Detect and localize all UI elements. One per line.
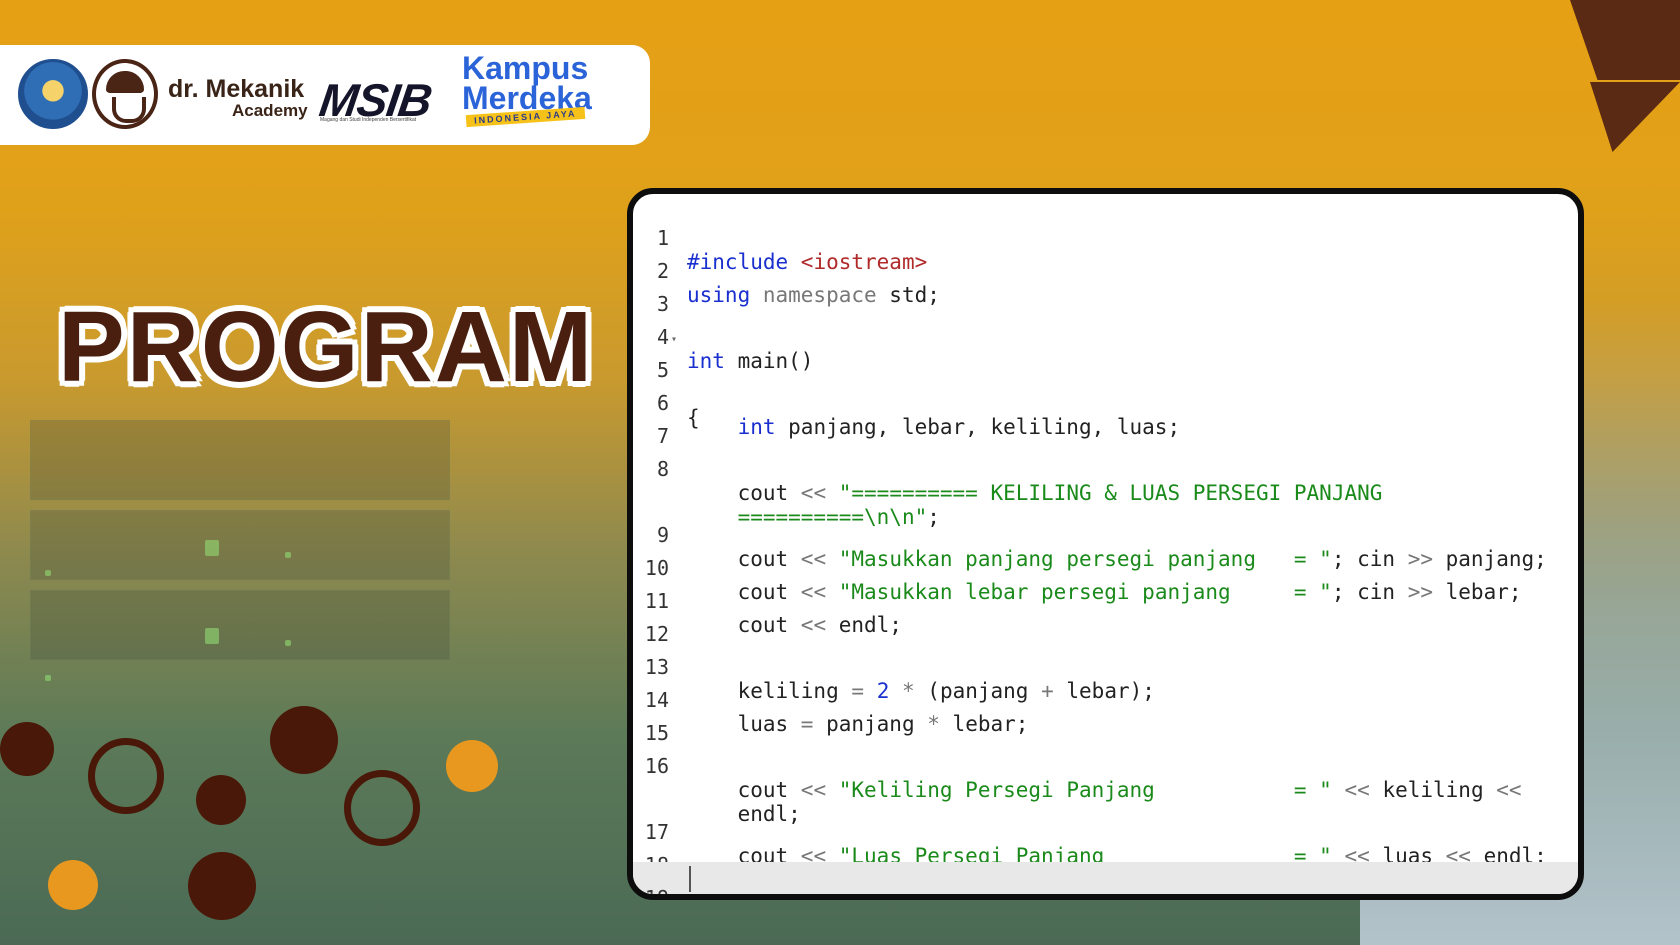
code-line: 3 (633, 268, 1578, 316)
server-led-decor (285, 552, 291, 558)
circle-decor (196, 775, 246, 825)
corner-ribbon-decor (1570, 0, 1680, 80)
circle-decor (270, 706, 338, 774)
mechanic-helmet-icon (92, 59, 158, 129)
code-line: 12 (633, 598, 1578, 646)
code-line: 15 (633, 697, 1578, 745)
code-line: 1 #include <iostream> (633, 202, 1578, 274)
code-line: 13 keliling = 2 * (panjang + lebar); (633, 631, 1578, 703)
code-line: 9 cout << "Masukkan panjang persegi panj… (633, 499, 1578, 571)
server-rack-decor (30, 590, 450, 660)
logo-bar: dr. Mekanik Academy MSIB Magang dan Stud… (0, 45, 650, 145)
code-line: 2 using namespace std; (633, 235, 1578, 307)
code-editor[interactable]: 1 #include <iostream> 2 using namespace … (633, 202, 1578, 894)
server-rack-decor (30, 510, 450, 580)
server-led-decor (205, 628, 219, 644)
fold-arrow-icon[interactable]: ▾ (671, 334, 677, 345)
server-rack-decor (30, 420, 450, 500)
slide: dr. Mekanik Academy MSIB Magang dan Stud… (0, 0, 1680, 945)
code-line: 18 } (633, 829, 1578, 894)
kemendikbud-seal-icon (18, 59, 88, 129)
code-line: 17 cout << "Luas Persegi Panjang = " << … (633, 796, 1578, 868)
circle-decor (0, 722, 54, 776)
page-title: PROGRAM (58, 291, 595, 403)
kampus-merdeka-logo-line1: Kampus (462, 50, 589, 86)
circle-decor (48, 860, 98, 910)
server-led-decor (45, 675, 51, 681)
code-line-current: 19 (633, 862, 1578, 894)
ring-decor (344, 770, 420, 846)
msib-tagline: Magang dan Studi Independen Bersertifika… (320, 117, 417, 123)
circle-decor (188, 852, 256, 920)
code-editor-card: 1 #include <iostream> 2 using namespace … (627, 188, 1584, 900)
code-line: 10 cout << "Masukkan lebar persegi panja… (633, 532, 1578, 604)
code-line: 4 int main() (633, 301, 1578, 373)
mekanik-logo-sub: Academy (232, 101, 308, 120)
line-number: 16 (644, 754, 669, 778)
code-line: 11 cout << endl; (633, 565, 1578, 637)
line-number: 8 (656, 457, 669, 481)
ring-decor (88, 738, 164, 814)
server-led-decor (285, 640, 291, 646)
circle-decor (446, 740, 498, 792)
mekanik-logo-name: dr. Mekanik (168, 75, 305, 103)
server-led-decor (205, 540, 219, 556)
code-line: 6 int panjang, lebar, keliling, luas; (633, 367, 1578, 439)
code-line: 16 cout << "Keliling Persegi Panjang = "… (633, 730, 1578, 826)
code-line: 14 luas = panjang * lebar; (633, 664, 1578, 736)
code-line: 7 (633, 400, 1578, 448)
server-led-decor (45, 570, 51, 576)
corner-ribbon-decor (1590, 82, 1680, 152)
code-line: 5 ▾ { (633, 334, 1578, 430)
line-number: 19 (644, 886, 669, 900)
text-cursor (689, 866, 691, 892)
code-line: 8 cout << "========== KELILING & LUAS PE… (633, 433, 1578, 529)
